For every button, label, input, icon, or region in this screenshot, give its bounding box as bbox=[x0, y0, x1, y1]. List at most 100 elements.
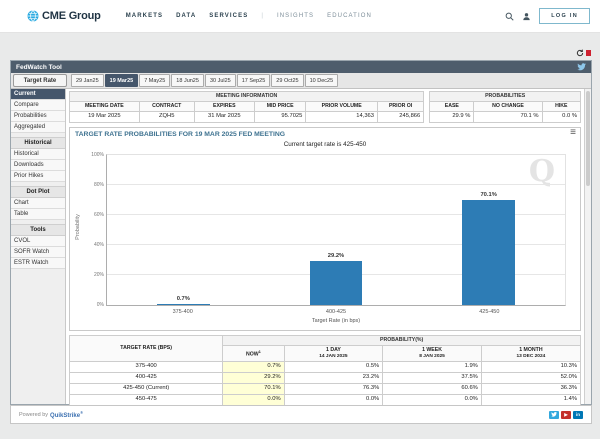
meeting-info-table: MEETING INFORMATION MEETING DATE CONTRAC… bbox=[69, 91, 424, 123]
nav-services[interactable]: SERVICES bbox=[209, 13, 248, 19]
sidebar-item-cvol[interactable]: CVOL bbox=[11, 236, 65, 247]
meeting-tabs-row: Target Rate 29 Jan25 19 Mar25 7 May25 18… bbox=[11, 73, 591, 89]
login-button[interactable]: LOG IN bbox=[539, 8, 590, 24]
bar-400-425[interactable]: 29.2% bbox=[310, 261, 363, 305]
x-axis-ticks: 375-400400-425425-450 bbox=[106, 309, 566, 315]
y-tick-label: 40% bbox=[94, 242, 104, 248]
y-axis-label: Probability bbox=[75, 197, 81, 257]
sidebar-item-prior-hikes[interactable]: Prior Hikes bbox=[11, 171, 65, 182]
tab-7may25[interactable]: 7 May25 bbox=[139, 74, 170, 87]
y-tick-label: 100% bbox=[91, 152, 104, 158]
tab-18jun25[interactable]: 18 Jun25 bbox=[171, 74, 204, 87]
refresh-icon[interactable] bbox=[576, 49, 584, 57]
quikstrike-link[interactable]: QuikStrike® bbox=[50, 410, 83, 419]
cell: 23.2% bbox=[284, 373, 383, 384]
tab-30jul25[interactable]: 30 Jul25 bbox=[205, 74, 236, 87]
cell: 425-450 (Current) bbox=[70, 383, 223, 394]
cell: 52.0% bbox=[481, 373, 580, 384]
main-nav: MARKETS DATA SERVICES | INSIGHTS EDUCATI… bbox=[126, 13, 372, 19]
youtube-icon[interactable]: ▶ bbox=[561, 411, 571, 419]
cell: 245,866 bbox=[378, 112, 424, 123]
x-tick-label: 375-400 bbox=[106, 309, 259, 315]
chart-menu-icon[interactable]: ≡ bbox=[570, 128, 576, 138]
bar-425-450[interactable]: 70.1% bbox=[462, 200, 515, 305]
header-actions: LOG IN bbox=[505, 8, 590, 24]
nav-insights[interactable]: INSIGHTS bbox=[277, 13, 314, 19]
chart-subtitle: Current target rate is 425-450 bbox=[70, 141, 580, 148]
cell: 10.3% bbox=[481, 362, 580, 373]
sidebar-item-chart[interactable]: Chart bbox=[11, 198, 65, 209]
table-row: 400-425 29.2% 23.2% 37.5% 52.0% bbox=[70, 373, 581, 384]
powered-by-text: Powered by bbox=[19, 412, 48, 418]
cell: 60.6% bbox=[383, 383, 482, 394]
twitter-social-icon[interactable] bbox=[549, 411, 559, 419]
red-square-icon[interactable] bbox=[586, 50, 591, 56]
probabilities-title: PROBABILITIES bbox=[430, 92, 581, 102]
target-rate-tab[interactable]: Target Rate bbox=[13, 74, 67, 87]
cell: 14,363 bbox=[306, 112, 378, 123]
cell: PRIOR VOLUME bbox=[306, 102, 378, 112]
page: CME Group MARKETS DATA SERVICES | INSIGH… bbox=[0, 0, 600, 439]
tab-29oct25[interactable]: 29 Oct25 bbox=[271, 74, 303, 87]
bar-value-label: 70.1% bbox=[480, 192, 496, 198]
cell: 1.4% bbox=[481, 394, 580, 405]
sidebar-item-aggregated[interactable]: Aggregated bbox=[11, 122, 65, 133]
social-icons: ▶ in bbox=[549, 411, 583, 419]
twitter-icon[interactable] bbox=[577, 63, 586, 71]
sidebar-item-downloads[interactable]: Downloads bbox=[11, 160, 65, 171]
nav-data[interactable]: DATA bbox=[176, 13, 196, 19]
scrollbar-thumb[interactable] bbox=[586, 91, 590, 186]
fedwatch-titlebar: FedWatch Tool bbox=[11, 61, 591, 73]
cell: 36.3% bbox=[481, 383, 580, 394]
probability-group-header: PROBABILITY(%) bbox=[223, 335, 581, 345]
cell: HIKE bbox=[542, 102, 580, 112]
y-tick-label: 0% bbox=[97, 302, 104, 308]
cme-logo[interactable]: CME Group bbox=[27, 10, 101, 22]
tab-10dec25[interactable]: 10 Dec25 bbox=[305, 74, 339, 87]
bar-375-400[interactable]: 0.7% bbox=[157, 304, 210, 305]
cell: 1.9% bbox=[383, 362, 482, 373]
col-header-1day: 1 DAY14 JAN 2025 bbox=[284, 345, 383, 361]
rate-probability-table: TARGET RATE (BPS) PROBABILITY(%) NOW1 1 … bbox=[69, 335, 581, 416]
cell: NO CHANGE bbox=[474, 102, 542, 112]
tab-29jan25[interactable]: 29 Jan25 bbox=[71, 74, 104, 87]
search-icon[interactable] bbox=[505, 12, 514, 21]
cell: 0.5% bbox=[284, 362, 383, 373]
sidebar-item-historical[interactable]: Historical bbox=[11, 149, 65, 160]
cell: 0.0% bbox=[223, 394, 284, 405]
cell: 0.0 % bbox=[542, 112, 580, 123]
cell: 29.9 % bbox=[430, 112, 474, 123]
meeting-info-title: MEETING INFORMATION bbox=[70, 92, 424, 102]
sidebar-item-table[interactable]: Table bbox=[11, 209, 65, 220]
cell: 29.2% bbox=[223, 373, 284, 384]
bar-value-label: 29.2% bbox=[328, 253, 344, 259]
nav-markets[interactable]: MARKETS bbox=[126, 13, 163, 19]
nav-divider: | bbox=[261, 13, 264, 19]
nav-education[interactable]: EDUCATION bbox=[327, 13, 372, 19]
table-row: 450-475 0.0% 0.0% 0.0% 1.4% bbox=[70, 394, 581, 405]
sidebar-item-estr-watch[interactable]: ESTR Watch bbox=[11, 258, 65, 269]
tab-19mar25[interactable]: 19 Mar25 bbox=[105, 74, 139, 87]
linkedin-icon[interactable]: in bbox=[573, 411, 583, 419]
user-icon[interactable] bbox=[522, 12, 531, 21]
cell: 19 Mar 2025 bbox=[70, 112, 140, 123]
cell: 400-425 bbox=[70, 373, 223, 384]
sidebar-item-sofr-watch[interactable]: SOFR Watch bbox=[11, 247, 65, 258]
content-area: MEETING INFORMATION MEETING DATE CONTRAC… bbox=[66, 89, 591, 404]
sidebar-item-current[interactable]: Current bbox=[11, 89, 65, 100]
cell: MID PRICE bbox=[254, 102, 305, 112]
col-header-1week: 1 WEEK8 JAN 2025 bbox=[383, 345, 482, 361]
panel-controls bbox=[576, 49, 591, 57]
x-tick-label: 400-425 bbox=[259, 309, 412, 315]
cell: 37.5% bbox=[383, 373, 482, 384]
cell: EXPIRES bbox=[194, 102, 254, 112]
table-row: 425-450 (Current) 70.1% 76.3% 60.6% 36.3… bbox=[70, 383, 581, 394]
x-axis-label: Target Rate (in bps) bbox=[106, 318, 566, 324]
tab-17sep25[interactable]: 17 Sep25 bbox=[237, 74, 271, 87]
x-tick-label: 425-450 bbox=[413, 309, 566, 315]
sidebar-section-dot-plot: Dot Plot bbox=[11, 186, 65, 198]
sidebar-item-probabilities[interactable]: Probabilities bbox=[11, 111, 65, 122]
cell: MEETING DATE bbox=[70, 102, 140, 112]
sidebar-item-compare[interactable]: Compare bbox=[11, 100, 65, 111]
col-header-now: NOW1 bbox=[223, 345, 284, 361]
